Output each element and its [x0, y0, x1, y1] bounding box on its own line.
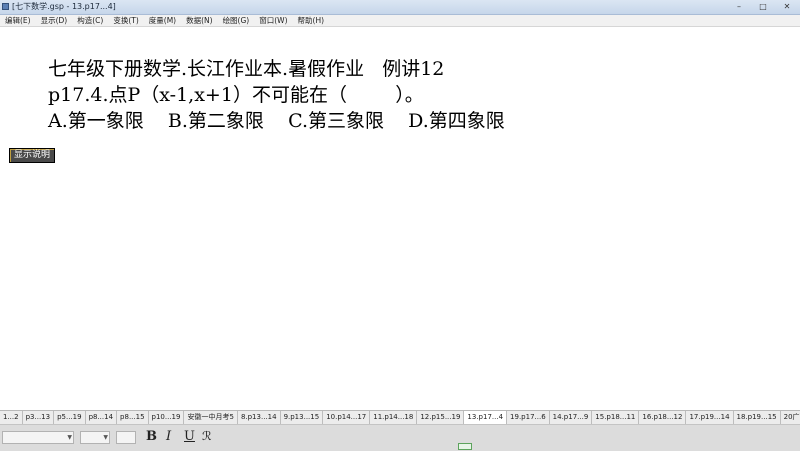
menu-help[interactable]: 帮助(H) [293, 15, 330, 26]
close-button[interactable]: ✕ [776, 1, 798, 12]
page-tab[interactable]: p8...14 [85, 411, 118, 424]
page-tab-active[interactable]: 13.p17...4 [464, 411, 508, 424]
menu-construct[interactable]: 构造(C) [72, 15, 108, 26]
underline-button[interactable]: U [184, 429, 195, 444]
font-size-select[interactable]: ▼ [80, 431, 110, 444]
problem-question: p17.4.点P（x-1,x+1）不可能在（ ）。 [48, 84, 424, 106]
format-toolbar: ▼ ▼ B I U ℛ [0, 424, 800, 451]
chevron-down-icon: ▼ [67, 434, 72, 441]
italic-button[interactable]: I [166, 429, 171, 444]
chevron-down-icon: ▼ [103, 434, 108, 441]
menu-display[interactable]: 显示(D) [36, 15, 73, 26]
page-tab[interactable]: 12.p15...19 [417, 411, 465, 424]
status-indicator-icon [458, 443, 472, 450]
problem-title: 七年级下册数学.长江作业本.暑假作业 例讲12 [48, 58, 445, 80]
page-tab[interactable]: 19.p17...6 [507, 411, 550, 424]
page-tab[interactable]: 16.p18...12 [639, 411, 687, 424]
menu-graph[interactable]: 绘图(G) [218, 15, 255, 26]
page-tab[interactable]: p10...19 [148, 411, 185, 424]
menu-transform[interactable]: 变换(T) [108, 15, 143, 26]
menu-window[interactable]: 窗口(W) [254, 15, 292, 26]
page-tab[interactable]: p8...15 [117, 411, 149, 424]
page-tab[interactable]: 9.p13...15 [280, 411, 324, 424]
page-tab[interactable]: 11.p14...18 [370, 411, 418, 424]
page-tab[interactable]: 14.p17...9 [549, 411, 593, 424]
window-title: [七下数学.gsp - 13.p17...4] [12, 2, 116, 11]
window-controls: – □ ✕ [728, 1, 798, 12]
app-icon [2, 3, 9, 10]
menubar: 编辑(E) 显示(D) 构造(C) 变换(T) 度量(M) 数据(N) 绘图(G… [0, 15, 800, 27]
page-tab[interactable]: 15.p18...11 [592, 411, 640, 424]
page-tab[interactable]: 17.p19...14 [686, 411, 734, 424]
page-tab[interactable]: p5...19 [54, 411, 86, 424]
symbol-palette-icon[interactable]: ℛ [202, 429, 212, 443]
page-tab[interactable]: 18.p19...15 [733, 411, 781, 424]
page-tab[interactable]: 1...2 [0, 411, 23, 424]
page-tab[interactable]: 8.p13...14 [237, 411, 281, 424]
show-explanation-button[interactable]: 显示说明 [9, 148, 56, 163]
menu-measure[interactable]: 度量(M) [144, 15, 181, 26]
font-family-select[interactable]: ▼ [2, 431, 74, 444]
bold-button[interactable]: B [146, 429, 157, 444]
maximize-button[interactable]: □ [752, 1, 774, 12]
window-titlebar: [七下数学.gsp - 13.p17...4] – □ ✕ [0, 0, 800, 15]
problem-options: A.第一象限 B.第二象限 C.第三象限 D.第四象限 [48, 110, 505, 132]
menu-data[interactable]: 数据(N) [181, 15, 217, 26]
page-tab[interactable]: 安徽一中月考5 [184, 411, 238, 424]
page-tab[interactable]: 20广西柳... [780, 411, 800, 424]
page-tabs: 1...2 p3...13 p5...19 p8...14 p8...15 p1… [0, 410, 800, 424]
minimize-button[interactable]: – [728, 1, 750, 12]
color-select[interactable] [116, 431, 136, 444]
sketch-canvas[interactable]: 七年级下册数学.长江作业本.暑假作业 例讲12 p17.4.点P（x-1,x+1… [0, 27, 800, 408]
page-tab[interactable]: p3...13 [22, 411, 55, 424]
page-tab[interactable]: 10.p14...17 [323, 411, 371, 424]
menu-edit[interactable]: 编辑(E) [0, 15, 36, 26]
